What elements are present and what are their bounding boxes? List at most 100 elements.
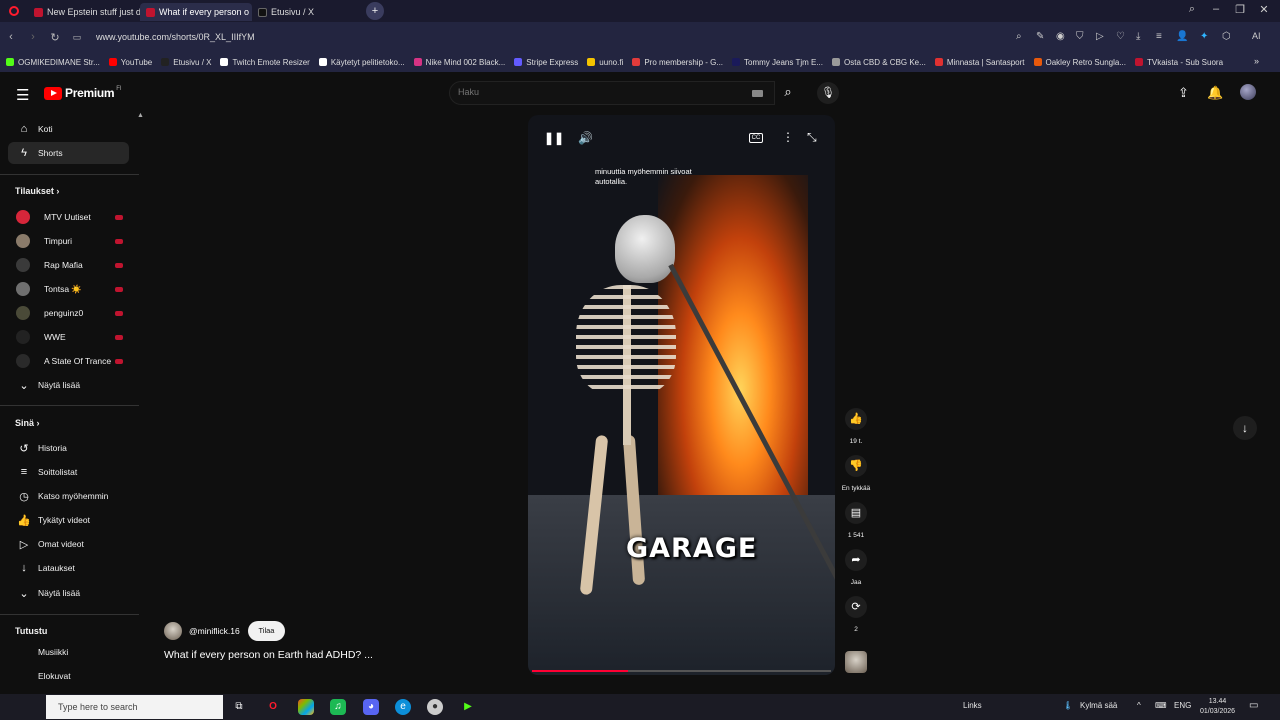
weather-label[interactable]: Kylmä sää (1080, 701, 1117, 710)
sidebar-subscription[interactable]: A State Of Trance (8, 350, 129, 372)
extension-icon[interactable]: ✦ (1200, 31, 1208, 42)
sidebar-item-explore[interactable]: Elokuvat (8, 665, 129, 687)
maximize-icon[interactable]: ❐ (1232, 3, 1248, 16)
profile-icon[interactable]: 👤 (1176, 31, 1188, 42)
bookmark-item[interactable]: uuno.fi (587, 58, 623, 67)
search-tabs-icon[interactable]: ⌕ (1184, 3, 1200, 16)
cube-icon[interactable]: ⬡ (1222, 31, 1231, 42)
sidebar-subscription[interactable]: WWE (8, 326, 129, 348)
bookmark-item[interactable]: YouTube (108, 58, 152, 67)
dislike-button[interactable]: 👎 (845, 455, 867, 477)
like-button[interactable]: 👍 (845, 408, 867, 430)
bookmark-item[interactable]: TVkaista - Sub Suora (1134, 58, 1223, 67)
bookmark-item[interactable]: Stripe Express (514, 58, 578, 67)
channel-handle[interactable]: @miniflick.16 (189, 626, 240, 636)
fullscreen-icon[interactable]: ⤡ (807, 130, 817, 145)
menu-icon[interactable]: ≡ (1156, 31, 1162, 42)
search-page-icon[interactable]: ⌕ (1016, 31, 1022, 42)
explore-header[interactable]: Tutustu (15, 626, 47, 636)
search-button[interactable]: ⌕ (775, 81, 801, 105)
play-icon[interactable]: ▷ (1096, 31, 1104, 42)
reload-icon[interactable]: ↻ (44, 31, 66, 44)
app-icon[interactable] (298, 699, 314, 715)
volume-icon[interactable]: 🔊 (578, 131, 593, 145)
keyboard-icon[interactable] (752, 90, 763, 97)
opera-menu-button[interactable] (0, 0, 28, 22)
discord-icon[interactable]: ◕ (363, 699, 379, 715)
tab-adhd-short[interactable]: What if every person o (140, 3, 252, 21)
heart-icon[interactable]: ♡ (1116, 31, 1125, 42)
channel-avatar[interactable] (164, 622, 182, 640)
video-title[interactable]: What if every person on Earth had ADHD? … (164, 649, 373, 661)
steam-icon[interactable]: ● (427, 699, 443, 715)
system-clock[interactable]: 13.44 01/03/2026 (1200, 697, 1235, 717)
bookmark-item[interactable]: Käytetyt pelitietoko... (318, 58, 405, 67)
shield-icon[interactable]: ⛉ (1076, 31, 1084, 42)
video-progress-bar[interactable] (532, 670, 831, 672)
bookmarks-more-icon[interactable]: » (1254, 56, 1259, 66)
opera-browser-icon[interactable]: O (265, 699, 281, 715)
tray-chevron-icon[interactable]: ^ (1137, 701, 1141, 710)
notifications-bell-icon[interactable]: 🔔 (1207, 85, 1223, 101)
remix-button[interactable]: ⟳ (845, 596, 867, 618)
sidebar-item-you[interactable]: ◷ Katso myöhemmin (8, 485, 129, 507)
spotify-icon[interactable]: ♫ (330, 699, 346, 715)
search-input[interactable] (458, 87, 738, 97)
edge-icon[interactable]: e (395, 699, 411, 715)
tab-epstein[interactable]: New Epstein stuff just dro (28, 3, 140, 21)
network-icon[interactable]: ⌨ (1155, 701, 1167, 710)
bookmark-item[interactable]: Pro membership - G... (632, 58, 723, 67)
minimize-icon[interactable]: – (1208, 3, 1224, 15)
subscriptions-header[interactable]: Tilaukset › (15, 186, 59, 196)
taskbar-search-field[interactable]: Type here to search (46, 695, 223, 719)
new-tab-button[interactable]: + (366, 2, 384, 20)
pause-icon[interactable]: ❚❚ (544, 131, 564, 145)
sidebar-item-shorts[interactable]: ϟ Shorts (8, 142, 129, 164)
show-more-subscriptions[interactable]: ⌄ Näytä lisää (8, 374, 129, 396)
bookmark-item[interactable]: Etusivu / X (161, 58, 211, 67)
subscribe-button[interactable]: Tilaa (248, 621, 285, 641)
shorts-video-player[interactable]: ❚❚ 🔊 CC ⋮ ⤡ minuuttia myöhemmin siivoat … (528, 115, 835, 675)
next-short-button[interactable]: ↓ (1233, 416, 1257, 440)
youtube-premium-logo[interactable]: Premium FI (44, 86, 122, 100)
bookmark-item[interactable]: Minnasta | Santasport (934, 58, 1025, 67)
site-info-icon[interactable]: ▭ (66, 32, 88, 43)
captions-icon[interactable]: CC (749, 133, 763, 143)
sidebar-subscription[interactable]: Timpuri (8, 230, 129, 252)
bookmark-item[interactable]: Osta CBD & CBG Ke... (832, 58, 926, 67)
sidebar-item-you[interactable]: ↺ Historia (8, 437, 129, 459)
sidebar-item-you[interactable]: 👍 Tykätyt videot (8, 509, 129, 531)
bookmark-item[interactable]: Nike Mind 002 Black... (413, 58, 505, 67)
forward-icon[interactable]: › (22, 31, 44, 43)
you-header[interactable]: Sinä › (15, 418, 40, 428)
more-options-icon[interactable]: ⋮ (782, 130, 794, 144)
bookmark-item[interactable]: OGMIKEDIMANE Str... (6, 58, 100, 67)
ai-assistant-icon[interactable]: AI (1252, 31, 1261, 41)
tab-x-home[interactable]: Etusivu / X (252, 3, 364, 21)
sidebar-item-explore[interactable]: Musiikki (8, 641, 129, 663)
edit-icon[interactable]: ✎ (1036, 31, 1044, 42)
kick-icon[interactable]: ▶ (460, 699, 476, 715)
sidebar-item-you[interactable]: ≡ Soittolistat (8, 461, 129, 483)
sidebar-item-you[interactable]: ↓ Lataukset (8, 557, 129, 579)
sidebar-subscription[interactable]: penguinz0 (8, 302, 129, 324)
bookmark-item[interactable]: Oakley Retro Sungla... (1033, 58, 1126, 67)
hamburger-menu-icon[interactable]: ☰ (16, 86, 29, 104)
language-indicator[interactable]: ENG (1174, 701, 1191, 710)
bookmark-item[interactable]: Tommy Jeans Tjm E... (732, 58, 823, 67)
voice-search-button[interactable]: 🎙 (817, 82, 839, 104)
show-more-you[interactable]: ⌄ Näytä lisää (8, 582, 129, 604)
sound-channel-avatar[interactable] (845, 651, 867, 673)
sidebar-subscription[interactable]: MTV Uutiset (8, 206, 129, 228)
bookmark-item[interactable]: Twitch Emote Resizer (220, 58, 310, 67)
task-view-icon[interactable]: ⧉ (231, 699, 247, 715)
sidebar-subscription[interactable]: Rap Mafia (8, 254, 129, 276)
camera-icon[interactable]: ◉ (1056, 31, 1065, 42)
upload-icon[interactable]: ⇪ (1178, 85, 1189, 101)
sidebar-item-you[interactable]: ▷ Omat videot (8, 533, 129, 555)
comments-button[interactable]: ▤ (845, 502, 867, 524)
url-field[interactable]: www.youtube.com/shorts/0R_XL_IIIfYM (96, 32, 255, 42)
links-label[interactable]: Links (963, 701, 982, 710)
close-window-icon[interactable]: ✕ (1256, 3, 1272, 16)
back-icon[interactable]: ‹ (0, 31, 22, 43)
